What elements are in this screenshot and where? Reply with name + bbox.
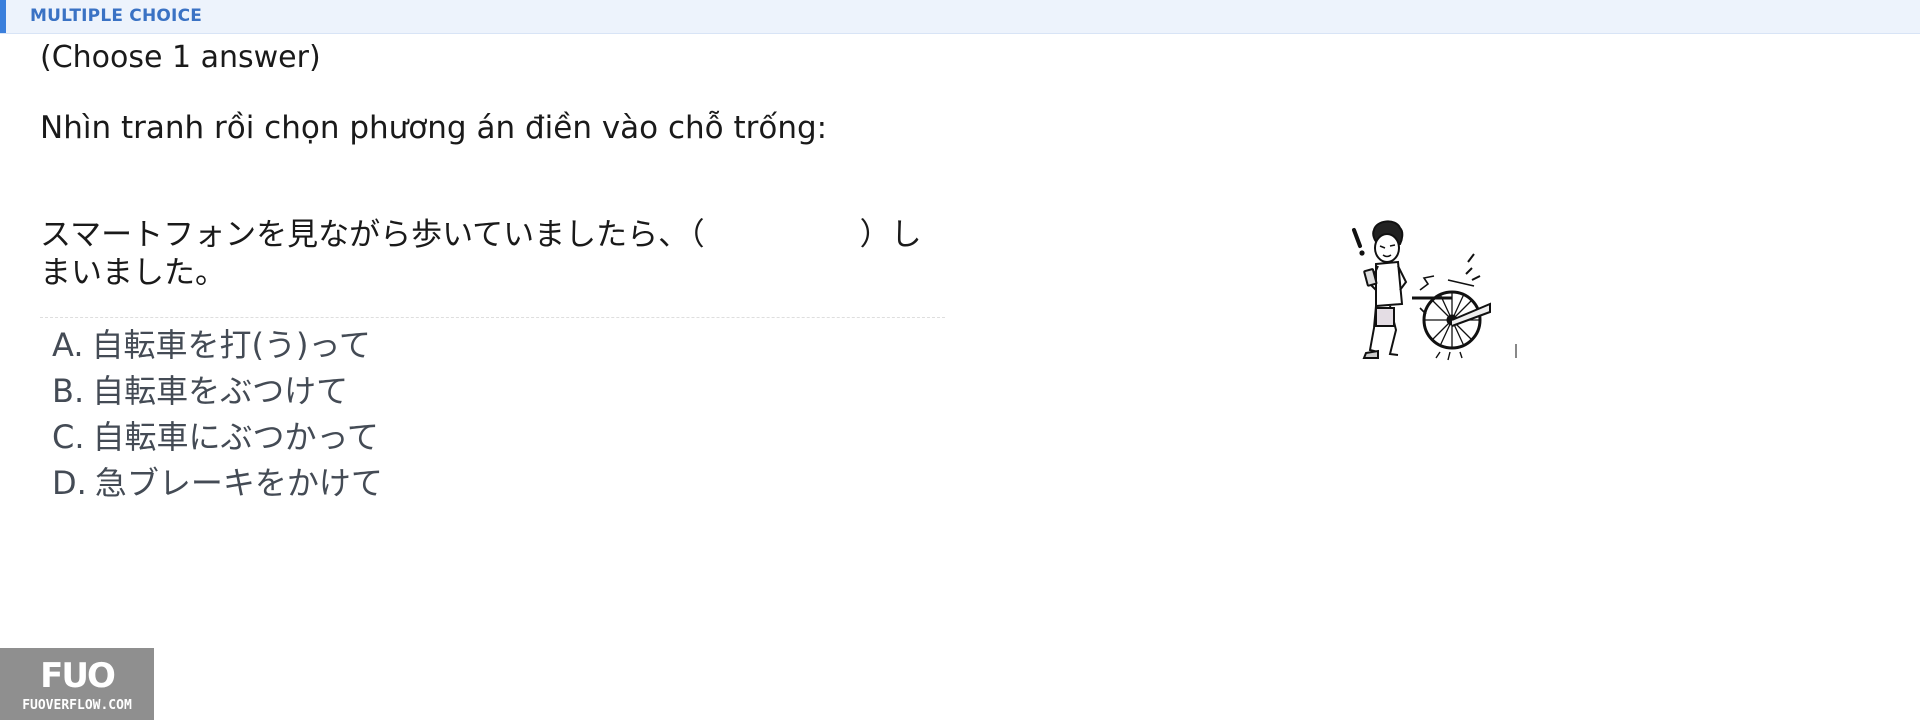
- answer-option-b[interactable]: B. 自転車をぶつけて: [52, 368, 383, 414]
- choose-instruction: (Choose 1 answer): [40, 40, 321, 75]
- exclamation-icon: [1352, 228, 1365, 256]
- answer-options: A. 自転車を打(う)って B. 自転車をぶつけて C. 自転車にぶつかって D. 急ブ…: [52, 322, 383, 506]
- option-text: 自転車を打(う)って: [91, 326, 371, 364]
- option-letter: D.: [52, 464, 87, 502]
- option-text: 自転車にぶつかって: [92, 418, 379, 456]
- watermark: FUO FUOVERFLOW.COM: [0, 648, 154, 720]
- option-letter: C.: [52, 418, 85, 456]
- man-with-phone-bumping-bicycle-illustration: [1352, 220, 1517, 361]
- option-letter: B.: [52, 372, 85, 410]
- man-figure: [1362, 220, 1408, 359]
- answer-option-a[interactable]: A. 自転車を打(う)って: [52, 322, 383, 368]
- option-letter: A.: [52, 326, 84, 364]
- question-prompt: Nhìn tranh rồi chọn phương án điền vào c…: [40, 110, 828, 146]
- answer-option-c[interactable]: C. 自転車にぶつかって: [52, 414, 383, 460]
- watermark-logo: FUO: [40, 656, 116, 696]
- divider: [40, 317, 945, 318]
- option-text: 自転車をぶつけて: [92, 372, 349, 410]
- watermark-site: FUOVERFLOW.COM: [22, 698, 132, 713]
- answer-option-d[interactable]: D. 急ブレーキをかけて: [52, 460, 383, 506]
- option-text: 急ブレーキをかけて: [94, 464, 383, 502]
- header-accent-bar: [0, 0, 6, 33]
- question-sentence: スマートフォンを見ながら歩いていましたら、（ ）しまいました。: [40, 217, 922, 291]
- bicycle-figure: [1412, 253, 1491, 361]
- question-type-header: MULTIPLE CHOICE: [0, 0, 1920, 34]
- question-type-label: MULTIPLE CHOICE: [30, 6, 203, 26]
- quiz-page: MULTIPLE CHOICE (Choose 1 answer) Nhìn t…: [0, 0, 1920, 720]
